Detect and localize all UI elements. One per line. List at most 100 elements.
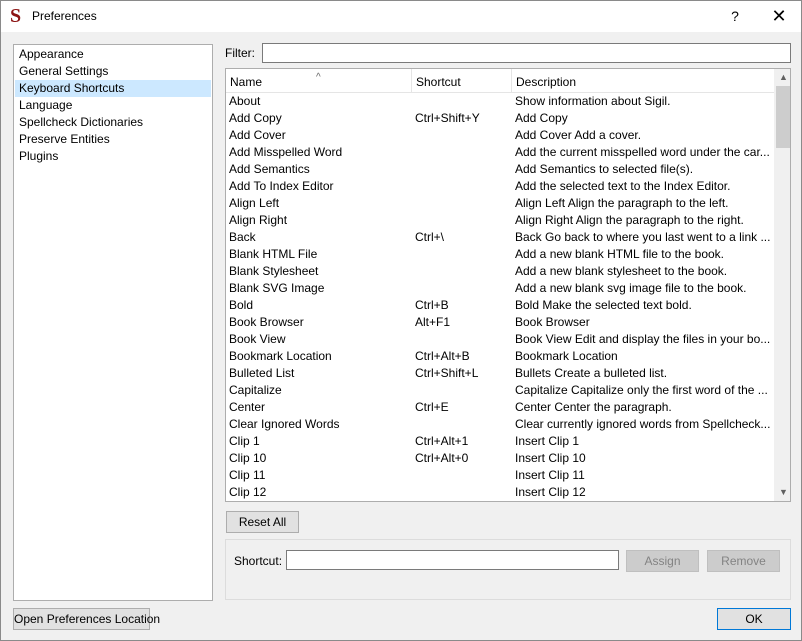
table-row[interactable]: Bulleted List Ctrl+Shift+L Bullets Create …: [226, 365, 774, 382]
reset-all-button[interactable]: Reset All: [226, 511, 299, 533]
cell-description: Insert Clip 12: [515, 485, 586, 499]
table-row[interactable]: Add Cover Add Cover Add a cover.: [226, 127, 774, 144]
category-item[interactable]: Plugins: [15, 148, 211, 165]
cell-name: Clip 12: [229, 485, 267, 499]
table-row[interactable]: Bookmark Location Ctrl+Alt+B Bookmark Loca…: [226, 348, 774, 365]
cell-name: Add Copy: [229, 111, 282, 125]
sigil-logo-icon: S: [10, 5, 22, 27]
cell-name: Add To Index Editor: [229, 179, 334, 193]
cell-shortcut: Ctrl+E: [415, 400, 449, 414]
cell-shortcut: Ctrl+Alt+B: [415, 349, 470, 363]
table-row[interactable]: Align Left Align Left Align the paragraph…: [226, 195, 774, 212]
cell-name: Capitalize: [229, 383, 282, 397]
vertical-scrollbar[interactable]: ▲ ▼: [774, 69, 790, 501]
table-row[interactable]: Bold Ctrl+B Bold Make the selected text bo…: [226, 297, 774, 314]
cell-description: Insert Clip 10: [515, 451, 586, 465]
table-row[interactable]: Capitalize Capitalize Capitalize only the…: [226, 382, 774, 399]
scroll-up-icon[interactable]: ▲: [775, 69, 790, 86]
cell-description: Clear currently ignored words from Spell…: [515, 417, 771, 431]
cell-shortcut: Ctrl+B: [415, 298, 449, 312]
cell-name: Center: [229, 400, 266, 414]
column-header-name[interactable]: Name ^: [226, 69, 412, 93]
table-row[interactable]: Book Browser Alt+F1 Book Browser: [226, 314, 774, 331]
table-row[interactable]: Clear Ignored Words Clear currently ignor…: [226, 416, 774, 433]
cell-name: Clip 11: [229, 468, 266, 482]
cell-name: Clear Ignored Words: [229, 417, 340, 431]
table-row[interactable]: Clip 12 Insert Clip 12: [226, 484, 774, 501]
cell-description: Center Center the paragraph.: [515, 400, 672, 414]
category-item[interactable]: General Settings: [15, 63, 211, 80]
cell-description: Bullets Create a bulleted list.: [515, 366, 668, 380]
category-item[interactable]: Preserve Entities: [15, 131, 211, 148]
sort-ascending-icon: ^: [316, 72, 321, 83]
table-row[interactable]: Add Misspelled Word Add the current missp…: [226, 144, 774, 161]
cell-description: Insert Clip 1: [515, 434, 580, 448]
cell-description: Align Left Align the paragraph to the le…: [515, 196, 729, 210]
cell-name: Add Semantics: [229, 162, 310, 176]
cell-description: Add Copy: [515, 111, 568, 125]
table-row[interactable]: Clip 11 Insert Clip 11: [226, 467, 774, 484]
filter-input[interactable]: [262, 43, 791, 63]
scroll-thumb[interactable]: [776, 86, 790, 148]
cell-shortcut: Ctrl+Alt+0: [415, 451, 469, 465]
cell-description: Add the selected text to the Index Edito…: [515, 179, 731, 193]
shortcut-input[interactable]: [286, 550, 619, 570]
cell-name: Bookmark Location: [229, 349, 332, 363]
assign-button[interactable]: Assign: [626, 550, 699, 572]
preferences-dialog: S Preferences ? ✕ Appearance General Sett…: [0, 0, 802, 641]
cell-name: Book Browser: [229, 315, 304, 329]
remove-button[interactable]: Remove: [707, 550, 780, 572]
cell-shortcut: Ctrl+Alt+1: [415, 434, 469, 448]
column-header-name-label: Name: [230, 75, 263, 89]
cell-name: Clip 1: [229, 434, 260, 448]
table-row[interactable]: Center Ctrl+E Center Center the paragraph.: [226, 399, 774, 416]
open-preferences-location-button[interactable]: Open Preferences Location: [13, 608, 160, 630]
category-item[interactable]: Keyboard Shortcuts: [15, 80, 211, 97]
cell-description: Book View Edit and display the files in …: [515, 332, 771, 346]
table-row[interactable]: Add Copy Ctrl+Shift+Y Add Copy: [226, 110, 774, 127]
help-button[interactable]: ?: [713, 1, 757, 31]
column-header-shortcut[interactable]: Shortcut: [412, 69, 512, 93]
shortcut-table: Name ^ Shortcut Description About Show in…: [225, 68, 791, 502]
column-header-shortcut-label: Shortcut: [416, 75, 461, 89]
category-item[interactable]: Language: [15, 97, 211, 114]
scroll-down-icon[interactable]: ▼: [775, 484, 790, 501]
table-row[interactable]: Clip 1 Ctrl+Alt+1 Insert Clip 1: [226, 433, 774, 450]
cell-name: Align Right: [229, 213, 288, 227]
cell-name: Bold: [229, 298, 254, 312]
cell-description: Add a new blank svg image file to the bo…: [515, 281, 747, 295]
cell-name: Add Cover: [229, 128, 286, 142]
category-item[interactable]: Appearance: [15, 46, 211, 63]
cell-name: Bulleted List: [229, 366, 295, 380]
cell-description: Insert Clip 11: [515, 468, 585, 482]
close-icon[interactable]: ✕: [757, 1, 801, 31]
table-row[interactable]: Back Ctrl+\ Back Go back to where you last…: [226, 229, 774, 246]
category-item[interactable]: Spellcheck Dictionaries: [15, 114, 211, 131]
cell-name: Blank Stylesheet: [229, 264, 319, 278]
cell-description: Add Semantics to selected file(s).: [515, 162, 694, 176]
cell-description: Back Go back to where you last went to a…: [515, 230, 771, 244]
cell-description: Add a new blank HTML file to the book.: [515, 247, 725, 261]
table-row[interactable]: About Show information about Sigil.: [226, 93, 774, 110]
cell-description: Add the current misspelled word under th…: [515, 145, 770, 159]
cell-shortcut: Ctrl+Shift+Y: [415, 111, 480, 125]
column-header-description[interactable]: Description: [512, 69, 774, 93]
cell-description: Bookmark Location: [515, 349, 618, 363]
ok-button[interactable]: OK: [717, 608, 791, 630]
cell-name: Add Misspelled Word: [229, 145, 343, 159]
table-body: About Show information about Sigil. Add Co…: [226, 93, 774, 501]
cell-shortcut: Ctrl+\: [415, 230, 445, 244]
table-row[interactable]: Clip 10 Ctrl+Alt+0 Insert Clip 10: [226, 450, 774, 467]
table-row[interactable]: Add Semantics Add Semantics to selected f…: [226, 161, 774, 178]
table-row[interactable]: Align Right Align Right Align the paragra…: [226, 212, 774, 229]
table-row[interactable]: Add To Index Editor Add the selected text…: [226, 178, 774, 195]
table-row[interactable]: Blank Stylesheet Add a new blank styleshe…: [226, 263, 774, 280]
table-row[interactable]: Blank SVG Image Add a new blank svg image…: [226, 280, 774, 297]
cell-description: Book Browser: [515, 315, 590, 329]
table-row[interactable]: Blank HTML File Add a new blank HTML file…: [226, 246, 774, 263]
cell-description: Show information about Sigil.: [515, 94, 671, 108]
cell-name: Align Left: [229, 196, 280, 210]
table-row[interactable]: Book View Book View Edit and display the …: [226, 331, 774, 348]
cell-name: Clip 10: [229, 451, 267, 465]
cell-description: Add Cover Add a cover.: [515, 128, 642, 142]
